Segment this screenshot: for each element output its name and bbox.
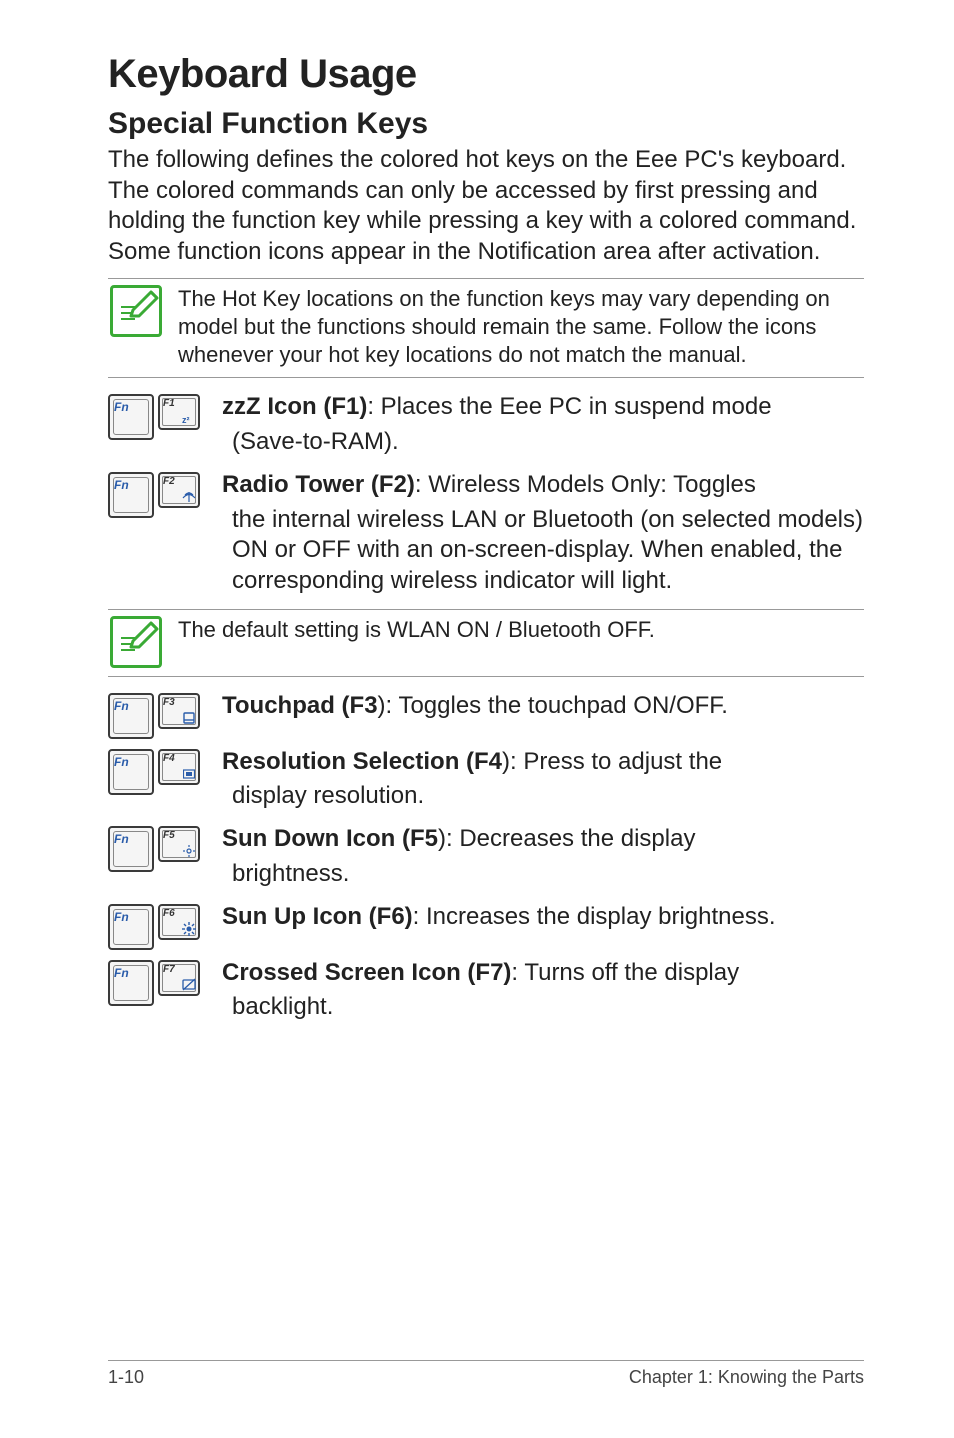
f1-label: zzZ Icon (F1) bbox=[222, 393, 367, 420]
hotkey-row-f6: Fn F6 Sun Up Icon (F6): Increases the di… bbox=[108, 902, 864, 950]
hotkey-row-f3: Fn F3 Touchpad (F3): Toggles the touchpa… bbox=[108, 691, 864, 739]
hotkey-row-f2: Fn F2 Radio Tower (F2): Wireless Models … bbox=[108, 470, 864, 601]
resolution-icon bbox=[182, 767, 196, 781]
hotkey-row-f4: Fn F4 Resolution Selection (F4): Press t… bbox=[108, 747, 864, 816]
note-block-top: The Hot Key locations on the function ke… bbox=[108, 278, 864, 378]
touchpad-icon bbox=[182, 711, 196, 725]
sleep-zz-icon: z² bbox=[182, 412, 196, 426]
fn-key-icon: Fn bbox=[108, 472, 154, 518]
fn-key-icon: Fn bbox=[108, 960, 154, 1006]
f6-key-icon: F6 bbox=[158, 904, 200, 940]
note-pencil-icon bbox=[110, 285, 162, 337]
hotkey-row-f1: Fn F1 z² zzZ Icon (F1): Places the Eee P… bbox=[108, 392, 864, 461]
crossed-screen-icon bbox=[182, 978, 196, 992]
fn-key-icon: Fn bbox=[108, 394, 154, 440]
f3-lead: ): Toggles the touchpad ON/OFF. bbox=[378, 692, 728, 719]
f4-sub: display resolution. bbox=[232, 781, 864, 812]
f4-key-icon: F4 bbox=[158, 749, 200, 785]
radio-tower-icon bbox=[182, 490, 196, 504]
f6-lead: : Increases the display brightness. bbox=[413, 903, 776, 930]
note-block-wlan: The default setting is WLAN ON / Bluetoo… bbox=[108, 609, 864, 677]
hotkey-row-f7: Fn F7 Crossed Screen Icon (F7): Turns of… bbox=[108, 958, 864, 1027]
hotkey-row-f5: Fn F5 Sun Down Icon (F5): Decreases the … bbox=[108, 824, 864, 893]
f5-label: Sun Down Icon (F5 bbox=[222, 825, 438, 852]
f2-label: Radio Tower (F2) bbox=[222, 471, 415, 498]
f7-key-icon: F7 bbox=[158, 960, 200, 996]
f2-lead: : Wireless Models Only: Toggles bbox=[415, 471, 756, 498]
f5-sub: brightness. bbox=[232, 859, 864, 890]
note-text-wlan: The default setting is WLAN ON / Bluetoo… bbox=[178, 616, 864, 644]
note-text-top: The Hot Key locations on the function ke… bbox=[178, 285, 864, 369]
fn-key-icon: Fn bbox=[108, 693, 154, 739]
note-pencil-icon bbox=[110, 616, 162, 668]
sun-down-icon bbox=[182, 844, 196, 858]
page-title: Keyboard Usage bbox=[108, 52, 864, 97]
f4-label: Resolution Selection (F4 bbox=[222, 748, 502, 775]
fn-key-icon: Fn bbox=[108, 826, 154, 872]
f1-key-icon: F1 z² bbox=[158, 394, 200, 430]
f5-lead: ): Decreases the display bbox=[438, 825, 695, 852]
svg-text:z²: z² bbox=[182, 415, 190, 425]
f3-key-icon: F3 bbox=[158, 693, 200, 729]
f4-lead: ): Press to adjust the bbox=[502, 748, 722, 775]
f3-label: Touchpad (F3 bbox=[222, 692, 378, 719]
f1-lead: : Places the Eee PC in suspend mode bbox=[367, 393, 771, 420]
f6-label: Sun Up Icon (F6) bbox=[222, 903, 413, 930]
chapter-label: Chapter 1: Knowing the Parts bbox=[629, 1367, 864, 1388]
fn-key-icon: Fn bbox=[108, 749, 154, 795]
f2-sub: the internal wireless LAN or Bluetooth (… bbox=[232, 505, 864, 597]
f1-sub: (Save-to-RAM). bbox=[232, 427, 864, 458]
f7-label: Crossed Screen Icon (F7) bbox=[222, 959, 511, 986]
f7-lead: : Turns off the display bbox=[511, 959, 739, 986]
fn-key-icon: Fn bbox=[108, 904, 154, 950]
f2-key-icon: F2 bbox=[158, 472, 200, 508]
page-footer: 1-10 Chapter 1: Knowing the Parts bbox=[108, 1360, 864, 1388]
intro-paragraph: The following defines the colored hot ke… bbox=[108, 145, 864, 268]
f7-sub: backlight. bbox=[232, 992, 864, 1023]
f5-key-icon: F5 bbox=[158, 826, 200, 862]
section-heading: Special Function Keys bbox=[108, 107, 864, 141]
sun-up-icon bbox=[182, 922, 196, 936]
page-number: 1-10 bbox=[108, 1367, 144, 1388]
